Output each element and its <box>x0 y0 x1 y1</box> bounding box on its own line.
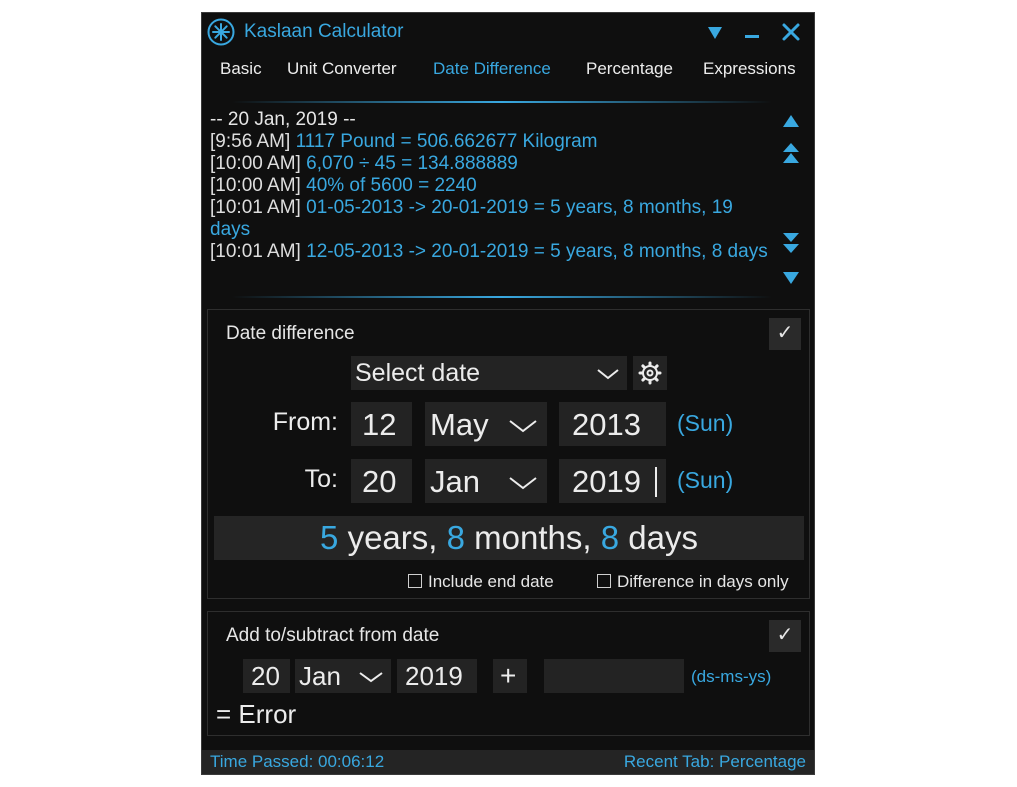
operator-value: + <box>500 660 517 691</box>
text-cursor <box>655 467 657 497</box>
from-day-input[interactable]: 12 <box>351 402 412 446</box>
to-year-input[interactable]: 2019 <box>559 459 666 503</box>
triangle-down-icon <box>783 272 799 284</box>
include-end-date-label: Include end date <box>428 572 554 591</box>
chevron-down-icon <box>509 420 537 433</box>
history-time: [10:01 AM] <box>210 197 301 218</box>
history-entry: [10:00 AM] 6,070 ÷ 45 = 134.888889 <box>210 153 770 175</box>
add-year-value: 2019 <box>405 661 463 691</box>
result-days-label: days <box>628 519 698 556</box>
add-amount-input[interactable] <box>544 659 684 693</box>
add-day-input[interactable]: 20 <box>243 659 290 693</box>
history-time: [9:56 AM] <box>210 131 291 152</box>
date-difference-result: 5 years, 8 months, 8 days <box>214 516 804 560</box>
add-month-dropdown[interactable]: Jan <box>295 659 391 693</box>
history-panel: -- 20 Jan, 2019 -- [9:56 AM] 1117 Pound … <box>210 109 770 263</box>
history-text: 1117 Pound = 506.662677 Kilogram <box>295 131 598 152</box>
history-entry: [10:01 AM] 01-05-2013 -> 20-01-2019 = 5 … <box>210 197 770 241</box>
chevron-down-icon <box>509 477 537 490</box>
result-months: 8 <box>446 519 465 556</box>
checkmark-icon: ✓ <box>776 320 794 344</box>
from-weekday: (Sun) <box>677 410 734 436</box>
scroll-bottom-button[interactable] <box>776 231 806 255</box>
add-subtract-title: Add to/subtract from date <box>226 625 440 646</box>
to-weekday: (Sun) <box>677 467 734 493</box>
scroll-top-button[interactable] <box>776 141 806 165</box>
from-month-value: May <box>430 407 489 442</box>
to-day-value: 20 <box>362 464 397 499</box>
add-subtract-collapse-button[interactable]: ✓ <box>769 620 801 652</box>
title-bar[interactable]: Kaslaan Calculator <box>202 13 814 51</box>
close-icon[interactable] <box>777 18 805 46</box>
history-top-divider <box>232 101 772 103</box>
date-settings-button[interactable] <box>633 356 667 390</box>
tab-basic[interactable]: Basic <box>220 59 262 79</box>
history-text: 6,070 ÷ 45 = 134.888889 <box>306 153 518 174</box>
triangle-down-icon[interactable] <box>701 18 729 46</box>
date-difference-collapse-button[interactable]: ✓ <box>769 318 801 350</box>
history-entry: [10:01 AM] 12-05-2013 -> 20-01-2019 = 5 … <box>210 241 770 263</box>
double-chevron-down-icon <box>783 233 799 253</box>
asterisk-logo-icon <box>207 18 235 46</box>
calculator-window: Kaslaan Calculator Basic Unit Converter … <box>201 12 815 775</box>
history-date-header: -- 20 Jan, 2019 -- <box>210 109 356 130</box>
history-time: [10:00 AM] <box>210 175 301 196</box>
result-days: 8 <box>600 519 620 556</box>
tab-percentage[interactable]: Percentage <box>586 59 673 79</box>
from-year-value: 2013 <box>572 407 641 442</box>
result-months-label: months, <box>474 519 592 556</box>
history-bottom-divider <box>232 296 772 298</box>
tab-date-difference[interactable]: Date Difference <box>433 59 551 79</box>
operator-button[interactable]: + <box>493 659 527 693</box>
add-subtract-panel: Add to/subtract from date ✓ 20 Jan 2019 … <box>207 611 810 736</box>
scroll-up-button[interactable] <box>776 109 806 133</box>
app-title: Kaslaan Calculator <box>244 21 404 42</box>
time-passed: Time Passed: 00:06:12 <box>210 752 385 771</box>
to-day-input[interactable]: 20 <box>351 459 412 503</box>
from-label: From: <box>272 408 338 436</box>
to-label: To: <box>304 465 338 493</box>
tab-expressions[interactable]: Expressions <box>703 59 796 79</box>
checkbox-icon <box>408 574 422 588</box>
date-difference-title: Date difference <box>226 323 355 344</box>
triangle-up-icon <box>783 115 799 127</box>
history-entry: [9:56 AM] 1117 Pound = 506.662677 Kilogr… <box>210 131 770 153</box>
chevron-down-icon <box>359 672 383 683</box>
to-month-dropdown[interactable]: Jan <box>425 459 547 503</box>
history-time: [10:01 AM] <box>210 241 301 262</box>
recent-tab: Recent Tab: Percentage <box>623 752 806 771</box>
from-month-dropdown[interactable]: May <box>425 402 547 446</box>
format-hint: (ds-ms-ys) <box>691 667 772 686</box>
include-end-date-checkbox[interactable]: Include end date <box>408 572 554 592</box>
add-subtract-result: = Error <box>216 699 297 729</box>
days-only-label: Difference in days only <box>617 572 789 591</box>
result-years: 5 <box>320 519 339 556</box>
status-bar: Time Passed: 00:06:12 Recent Tab: Percen… <box>202 750 814 774</box>
from-day-value: 12 <box>362 407 397 442</box>
double-chevron-up-icon <box>783 143 799 163</box>
to-year-value: 2019 <box>572 464 641 499</box>
checkmark-icon: ✓ <box>776 622 794 646</box>
history-text: 40% of 5600 = 2240 <box>306 175 477 196</box>
gear-icon <box>638 361 662 385</box>
checkbox-icon <box>597 574 611 588</box>
days-only-checkbox[interactable]: Difference in days only <box>597 572 789 592</box>
select-date-dropdown[interactable]: Select date <box>351 356 627 390</box>
add-day-value: 20 <box>251 661 280 691</box>
add-month-value: Jan <box>299 661 341 691</box>
select-date-value: Select date <box>355 359 481 387</box>
minimize-icon[interactable] <box>738 18 766 46</box>
tab-unit-converter[interactable]: Unit Converter <box>287 59 397 79</box>
history-text: 12-05-2013 -> 20-01-2019 = 5 years, 8 mo… <box>306 241 768 262</box>
scroll-down-button[interactable] <box>776 266 806 290</box>
result-years-label: years, <box>347 519 438 556</box>
date-difference-panel: Date difference ✓ Select date From: 12 M… <box>207 309 810 599</box>
history-entry: [10:00 AM] 40% of 5600 = 2240 <box>210 175 770 197</box>
add-year-input[interactable]: 2019 <box>397 659 477 693</box>
chevron-down-icon <box>597 369 619 380</box>
to-month-value: Jan <box>430 464 480 499</box>
from-year-input[interactable]: 2013 <box>559 402 666 446</box>
tab-bar: Basic Unit Converter Date Difference Per… <box>202 56 814 86</box>
history-time: [10:00 AM] <box>210 153 301 174</box>
